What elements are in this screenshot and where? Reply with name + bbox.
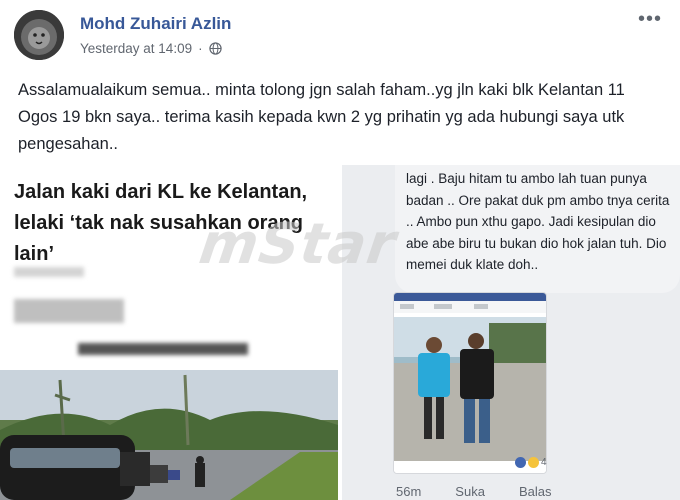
more-options-icon[interactable]: •••	[638, 9, 662, 29]
dot-separator: ·	[198, 41, 203, 56]
globe-icon	[208, 42, 222, 55]
post-timestamp[interactable]: Yesterday at 14:09	[80, 41, 192, 56]
phone-screenshot-image	[394, 293, 546, 473]
blurred-logo	[14, 299, 124, 323]
reactions[interactable]: 4	[515, 457, 547, 468]
comment-actions: 56m Suka Balas	[396, 484, 551, 499]
like-link[interactable]: Suka	[455, 484, 485, 499]
sad-reaction-icon	[528, 457, 539, 468]
reply-link[interactable]: Balas	[519, 484, 552, 499]
road-photo	[0, 370, 338, 500]
lion-avatar-icon	[14, 10, 64, 60]
phone-screenshot	[393, 292, 547, 474]
watermark: mStar	[195, 212, 401, 277]
author-name[interactable]: Mohd Zuhairi Azlin	[80, 14, 231, 34]
comment-text: lagi . Baju hitam tu ambo lah tuan punya…	[406, 171, 670, 272]
author-avatar[interactable]	[14, 10, 64, 60]
post-body: Assalamualaikum semua.. minta tolong jgn…	[18, 81, 625, 153]
blurred-caption	[78, 343, 248, 355]
reaction-count: 4	[541, 457, 547, 468]
like-reaction-icon	[515, 457, 526, 468]
comment-time: 56m	[396, 484, 422, 499]
post-meta: Yesterday at 14:09 ·	[80, 41, 222, 56]
blurred-byline	[14, 267, 84, 277]
